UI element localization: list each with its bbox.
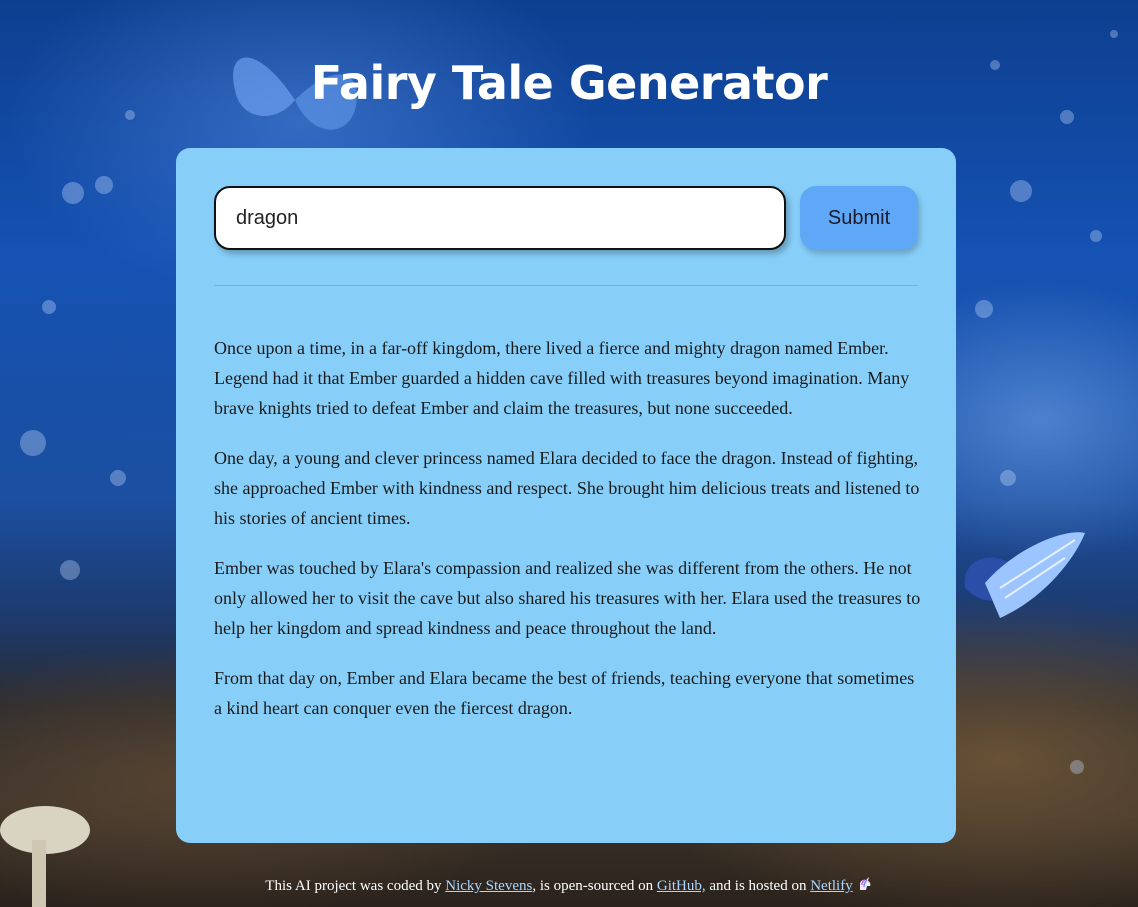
bokeh-light [42, 300, 56, 314]
prompt-input[interactable] [214, 186, 786, 250]
page-title: Fairy Tale Generator [310, 56, 828, 110]
footer-text: This AI project was coded by [265, 878, 446, 894]
bokeh-light [1110, 30, 1118, 38]
bokeh-light [60, 560, 80, 580]
bokeh-light [1010, 180, 1032, 202]
bokeh-light [1000, 470, 1016, 486]
bokeh-light [975, 300, 993, 318]
butterfly-image [964, 532, 1085, 618]
unicorn-icon [859, 877, 871, 890]
story-paragraph: Ember was touched by Elara's compassion … [214, 558, 921, 638]
story-card: Submit Once upon a time, in a far-off ki… [176, 148, 956, 843]
netlify-link[interactable]: Netlify [810, 878, 853, 894]
story-paragraph: One day, a young and clever princess nam… [214, 448, 920, 528]
bokeh-light [1090, 230, 1102, 242]
bokeh-light [110, 470, 126, 486]
footer: This AI project was coded by Nicky Steve… [0, 876, 1138, 895]
story-paragraph: From that day on, Ember and Elara became… [214, 668, 915, 718]
github-link[interactable]: GitHub, [657, 878, 706, 894]
story-paragraph: Once upon a time, in a far-off kingdom, … [214, 338, 910, 418]
bokeh-light [1060, 110, 1074, 124]
story-text: Once upon a time, in a far-off kingdom, … [214, 333, 922, 743]
bokeh-light [1070, 760, 1084, 774]
bokeh-light [62, 182, 84, 204]
submit-button[interactable]: Submit [800, 186, 918, 250]
author-link[interactable]: Nicky Stevens [445, 878, 532, 894]
divider [214, 285, 918, 286]
bokeh-light [125, 110, 135, 120]
bokeh-light [20, 430, 46, 456]
bokeh-light [95, 176, 113, 194]
footer-text: , is open-sourced on [532, 878, 657, 894]
footer-text: and is hosted on [705, 878, 811, 894]
